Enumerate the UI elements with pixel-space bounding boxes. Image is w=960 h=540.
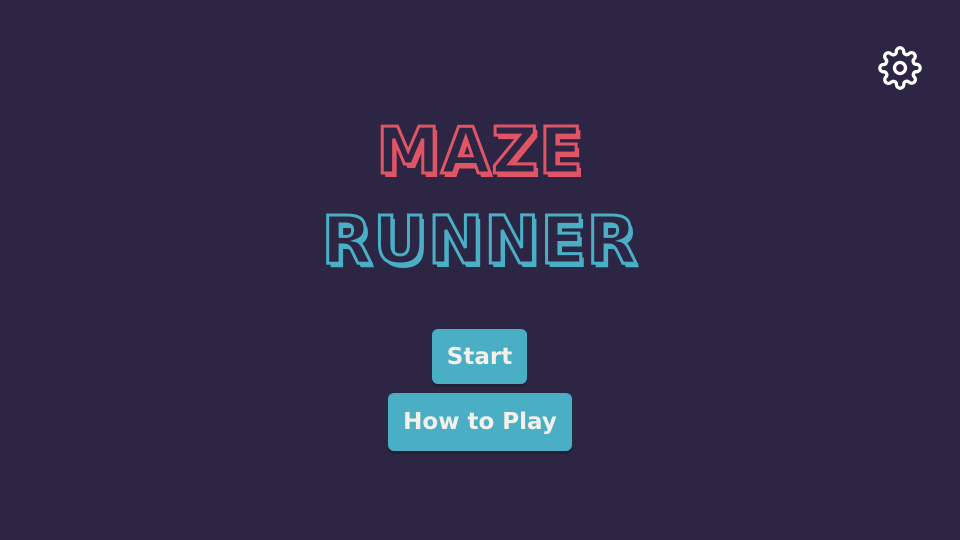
start-button[interactable]: Start [432, 329, 527, 384]
how-to-play-button[interactable]: How to Play [388, 393, 572, 451]
main-menu-screen: MAZE RUNNER Start How to Play [0, 0, 960, 540]
gear-icon [878, 46, 922, 90]
settings-button[interactable] [878, 46, 922, 90]
game-title-line-2: RUNNER [320, 202, 639, 279]
game-title-line-1: MAZE [375, 115, 584, 189]
